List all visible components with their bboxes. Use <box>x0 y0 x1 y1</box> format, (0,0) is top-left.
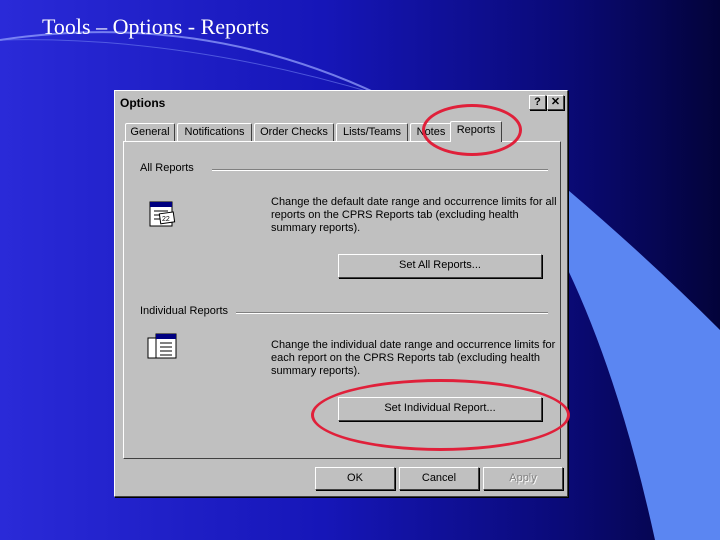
all-reports-description: Change the default date range and occurr… <box>271 196 557 234</box>
dialog-title: Options <box>120 96 166 110</box>
help-button[interactable]: ? <box>529 95 546 110</box>
set-all-reports-button[interactable]: Set All Reports... <box>338 254 542 278</box>
apply-button[interactable]: Apply <box>483 467 563 490</box>
slide-title: Tools – Options - Reports <box>42 14 270 39</box>
all-reports-divider <box>212 169 548 171</box>
individual-reports-divider <box>236 312 548 314</box>
individual-reports-description: Change the individual date range and occ… <box>271 339 556 377</box>
ok-button[interactable]: OK <box>315 467 395 490</box>
tab-notifications[interactable]: Notifications <box>177 123 252 141</box>
tab-lists-teams[interactable]: Lists/Teams <box>336 123 408 141</box>
close-button[interactable]: ✕ <box>547 95 564 110</box>
svg-text:22: 22 <box>162 216 170 223</box>
tab-reports[interactable]: Reports <box>450 121 502 142</box>
set-individual-report-button[interactable]: Set Individual Report... <box>338 397 542 421</box>
individual-reports-label: Individual Reports <box>140 305 229 317</box>
options-dialog: Options ? ✕ General Notifications Order … <box>114 90 568 497</box>
dialog-titlebar[interactable]: Options ? ✕ <box>117 93 565 112</box>
tab-notes[interactable]: Notes <box>410 123 452 141</box>
tab-general[interactable]: General <box>125 123 175 141</box>
all-reports-label: All Reports <box>140 162 194 174</box>
calendar-report-icon: 22 <box>149 201 176 227</box>
reports-tab-panel: All Reports 22 Change the default date r… <box>123 141 561 459</box>
cancel-button[interactable]: Cancel <box>399 467 479 490</box>
tab-order-checks[interactable]: Order Checks <box>254 123 334 141</box>
individual-report-icon <box>147 333 177 359</box>
